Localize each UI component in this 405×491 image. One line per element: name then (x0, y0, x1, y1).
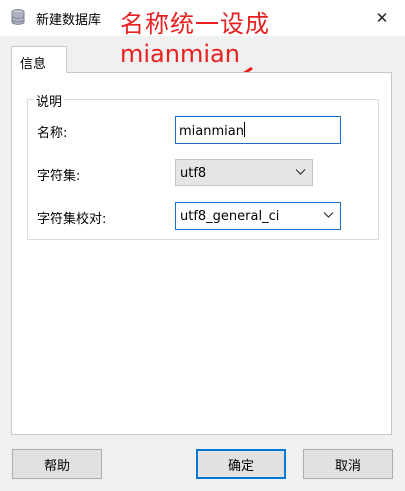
ok-button[interactable]: 确定 (196, 449, 286, 479)
charset-value: utf8 (180, 166, 207, 181)
name-input-value: mianmian (179, 124, 244, 139)
text-caret (243, 122, 245, 137)
tab-info-label: 信息 (20, 57, 47, 72)
annotation-line-1: 名称统一设成 (120, 10, 270, 38)
tab-info[interactable]: 信息 (11, 46, 67, 73)
close-icon: ✕ (375, 9, 389, 27)
collation-label: 字符集校对: (37, 212, 107, 227)
chevron-down-icon (295, 166, 306, 181)
description-group: 说明 名称: mianmian 字符集: utf8 字符集校对: utf8_ge… (27, 91, 379, 240)
collation-value: utf8_general_ci (180, 209, 280, 224)
database-icon (11, 9, 25, 30)
name-input[interactable]: mianmian (175, 116, 341, 144)
name-label: 名称: (37, 126, 68, 141)
charset-select[interactable]: utf8 (175, 159, 313, 186)
help-button[interactable]: 帮助 (12, 449, 102, 479)
chevron-down-icon (323, 209, 334, 224)
collation-select[interactable]: utf8_general_ci (175, 202, 341, 230)
window-title: 新建数据库 (36, 13, 102, 28)
close-button[interactable]: ✕ (359, 0, 405, 36)
annotation-line-2: mianmian (120, 40, 240, 68)
charset-label: 字符集: (37, 169, 81, 184)
cancel-button[interactable]: 取消 (303, 449, 393, 479)
group-legend: 说明 (34, 91, 65, 110)
info-panel: 说明 名称: mianmian 字符集: utf8 字符集校对: utf8_ge… (11, 72, 392, 435)
